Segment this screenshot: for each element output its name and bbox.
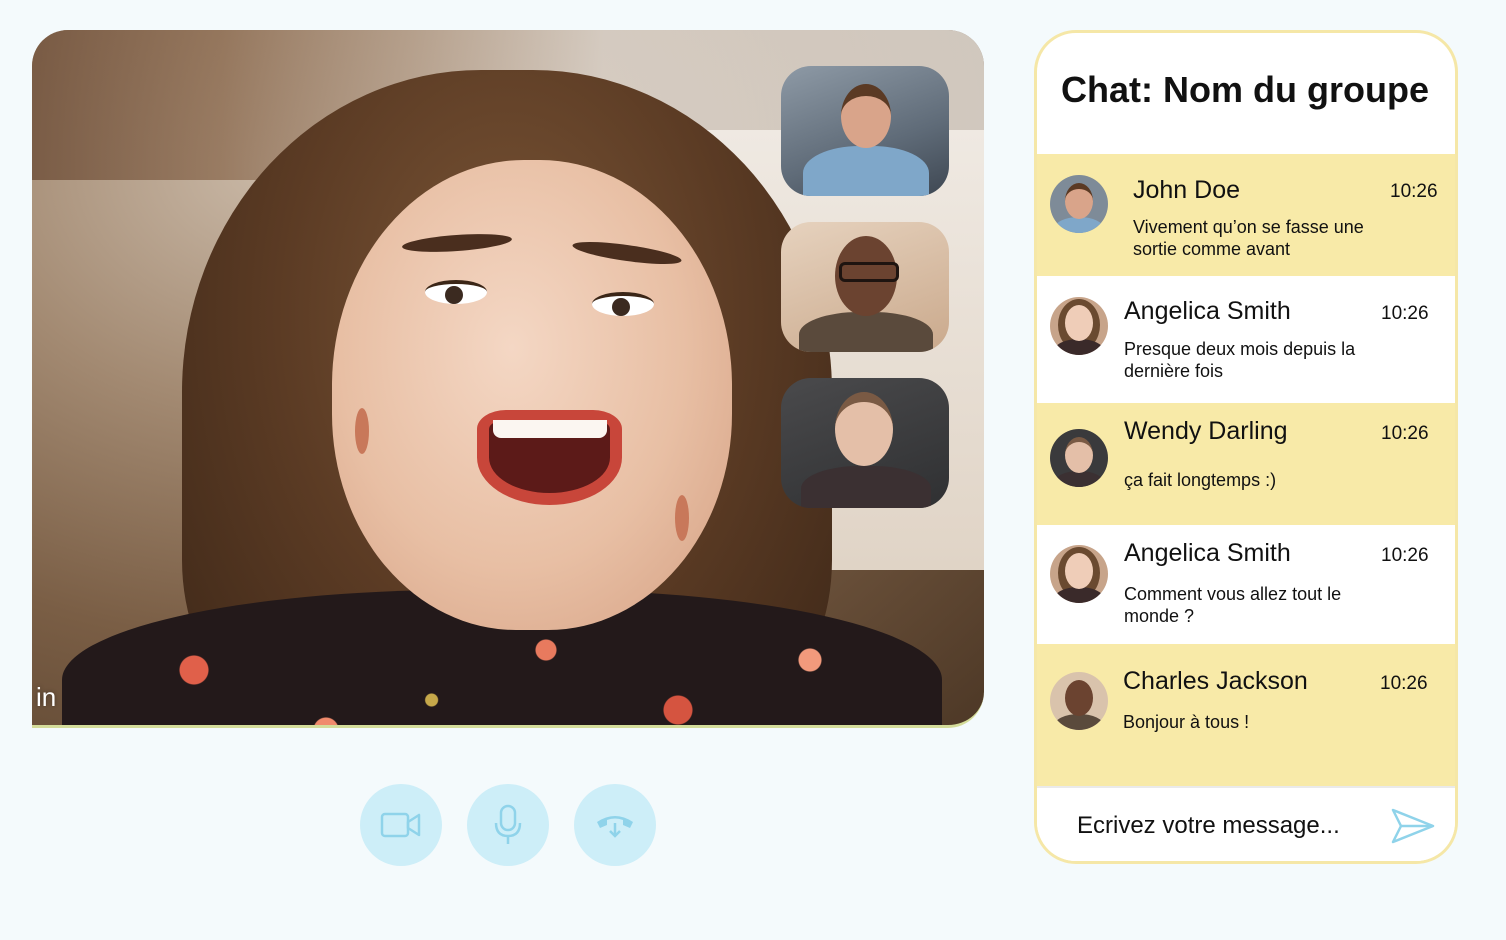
message-time: 10:26 [1390, 181, 1438, 202]
message-composer [1037, 786, 1455, 861]
message-item[interactable]: Angelica Smith 10:26 Presque deux mois d… [1037, 276, 1455, 403]
participant-thumbnail[interactable] [781, 378, 949, 508]
avatar [1050, 545, 1108, 603]
message-text: Bonjour à tous ! [1123, 712, 1250, 732]
hang-up-button[interactable] [574, 784, 656, 866]
participant-thumbnail[interactable] [781, 66, 949, 196]
message-text: Comment vous allez tout le monde ? [1124, 584, 1342, 626]
message-text: Presque deux mois depuis la dernière foi… [1124, 339, 1356, 381]
toggle-video-button[interactable] [360, 784, 442, 866]
call-controls [360, 784, 656, 866]
message-time: 10:26 [1381, 545, 1429, 566]
sender-name: Wendy Darling [1124, 417, 1288, 445]
sender-name: Angelica Smith [1124, 539, 1291, 567]
message-time: 10:26 [1381, 423, 1429, 444]
avatar [1050, 672, 1108, 730]
video-overlay-text: in [36, 682, 57, 712]
avatar [1050, 297, 1108, 355]
chat-panel: Chat: Nom du groupe John Doe 10:26 Vivem… [1034, 30, 1458, 864]
avatar [1050, 429, 1108, 487]
message-item[interactable]: John Doe 10:26 Vivement qu’on se fasse u… [1037, 154, 1455, 276]
send-button[interactable] [1389, 806, 1437, 846]
participant-thumbnail[interactable] [781, 222, 949, 352]
message-list[interactable]: John Doe 10:26 Vivement qu’on se fasse u… [1037, 154, 1455, 786]
message-time: 10:26 [1381, 303, 1429, 324]
video-camera-icon [380, 812, 421, 838]
avatar [1050, 175, 1108, 233]
chat-title: Chat: Nom du groupe [1061, 69, 1429, 110]
send-icon [1391, 808, 1435, 844]
microphone-icon [494, 804, 522, 844]
video-call-screen: in Chat: Nom du groupe John Doe 10:26 Vi… [0, 0, 1506, 940]
toggle-microphone-button[interactable] [467, 784, 549, 866]
sender-name: John Doe [1133, 176, 1241, 204]
message-item[interactable]: Wendy Darling 10:26 ça fait longtemps :) [1037, 403, 1455, 525]
message-text: Vivement qu’on se fasse une sortie comme… [1133, 217, 1364, 259]
message-input[interactable] [1077, 806, 1377, 846]
sender-name: Angelica Smith [1124, 297, 1291, 325]
message-item[interactable]: Angelica Smith 10:26 Comment vous allez … [1037, 525, 1455, 644]
message-text: ça fait longtemps :) [1124, 470, 1277, 490]
sender-name: Charles Jackson [1123, 667, 1308, 695]
hang-up-phone-icon [597, 816, 633, 838]
message-time: 10:26 [1380, 673, 1428, 694]
message-item[interactable]: Charles Jackson 10:26 Bonjour à tous ! [1037, 644, 1455, 786]
